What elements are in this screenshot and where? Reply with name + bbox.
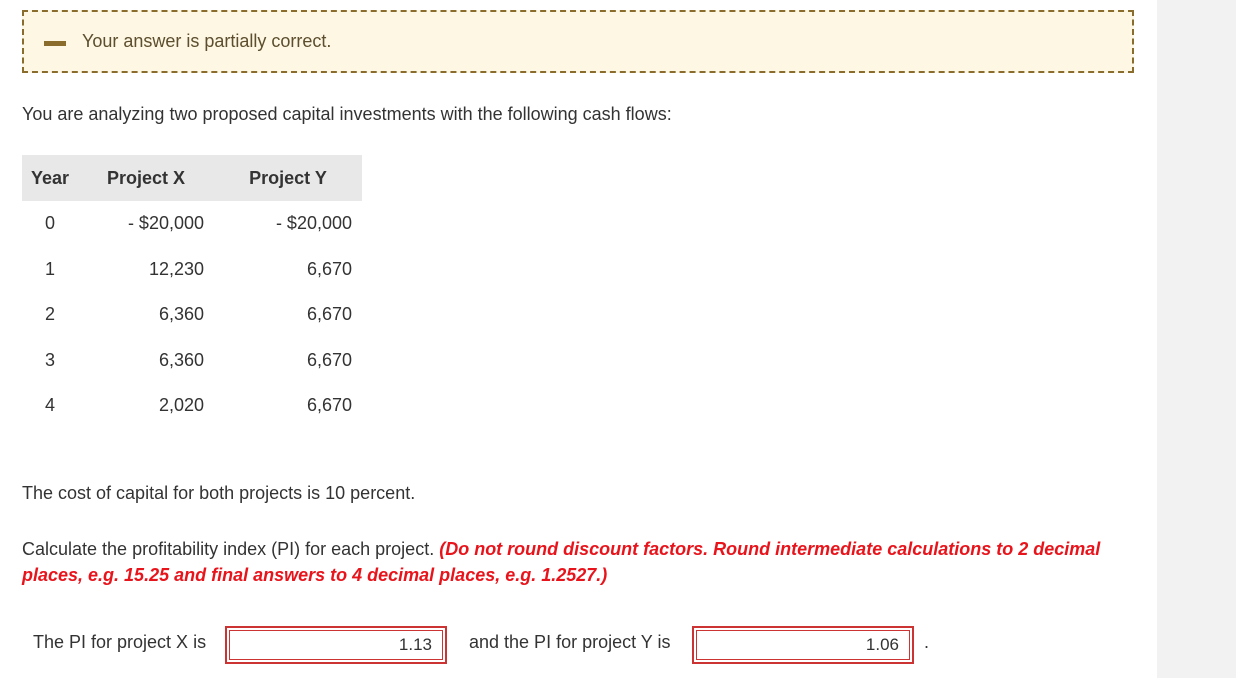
instruction-text: Calculate the profitability index (PI) f… xyxy=(22,536,1142,588)
cell-project-x: 6,360 xyxy=(158,349,204,370)
cell-project-y: 6,670 xyxy=(306,304,352,325)
table-row: 2 6,360 6,670 xyxy=(22,292,362,338)
cash-flow-table: Year Project X Project Y 0 - $20,000 - $… xyxy=(22,155,362,429)
cell-year: 1 xyxy=(44,258,55,279)
pi-y-value[interactable]: 1.06 xyxy=(696,630,910,660)
table-row: 4 2,020 6,670 xyxy=(22,383,362,429)
table-header-row: Year Project X Project Y xyxy=(22,155,362,201)
page-gutter xyxy=(1157,0,1236,678)
header-project-y: Project Y xyxy=(214,155,362,201)
pi-x-input[interactable]: 1.13 xyxy=(225,626,447,664)
end-period: . xyxy=(924,632,930,652)
pi-x-label: The PI for project X is xyxy=(33,632,207,652)
cell-project-y: - $20,000 xyxy=(275,213,352,234)
cell-year: 4 xyxy=(44,395,55,416)
cell-project-x: - $20,000 xyxy=(127,213,204,234)
intro-text: You are analyzing two proposed capital i… xyxy=(22,104,672,124)
question-page: Your answer is partially correct. You ar… xyxy=(0,0,1157,678)
feedback-message: Your answer is partially correct. xyxy=(82,31,332,51)
pi-y-input[interactable]: 1.06 xyxy=(692,626,914,664)
pi-y-label: and the PI for project Y is xyxy=(469,632,671,652)
header-project-x: Project X xyxy=(78,155,214,201)
cell-project-x: 6,360 xyxy=(158,304,204,325)
pi-x-value[interactable]: 1.13 xyxy=(229,630,443,660)
cell-year: 0 xyxy=(44,213,55,234)
cell-project-y: 6,670 xyxy=(306,395,352,416)
cell-year: 3 xyxy=(44,349,55,370)
instruction-main: Calculate the profitability index (PI) f… xyxy=(22,539,440,559)
partial-dash-icon xyxy=(44,41,66,46)
feedback-banner: Your answer is partially correct. xyxy=(22,10,1134,73)
table-row: 0 - $20,000 - $20,000 xyxy=(22,201,362,247)
table-row: 3 6,360 6,670 xyxy=(22,338,362,384)
header-year: Year xyxy=(22,155,78,201)
table-row: 1 12,230 6,670 xyxy=(22,247,362,293)
cell-project-y: 6,670 xyxy=(306,258,352,279)
cell-project-y: 6,670 xyxy=(306,349,352,370)
cost-of-capital-text: The cost of capital for both projects is… xyxy=(22,483,416,503)
cell-project-x: 12,230 xyxy=(148,258,204,279)
cell-year: 2 xyxy=(44,304,55,325)
cell-project-x: 2,020 xyxy=(158,395,204,416)
